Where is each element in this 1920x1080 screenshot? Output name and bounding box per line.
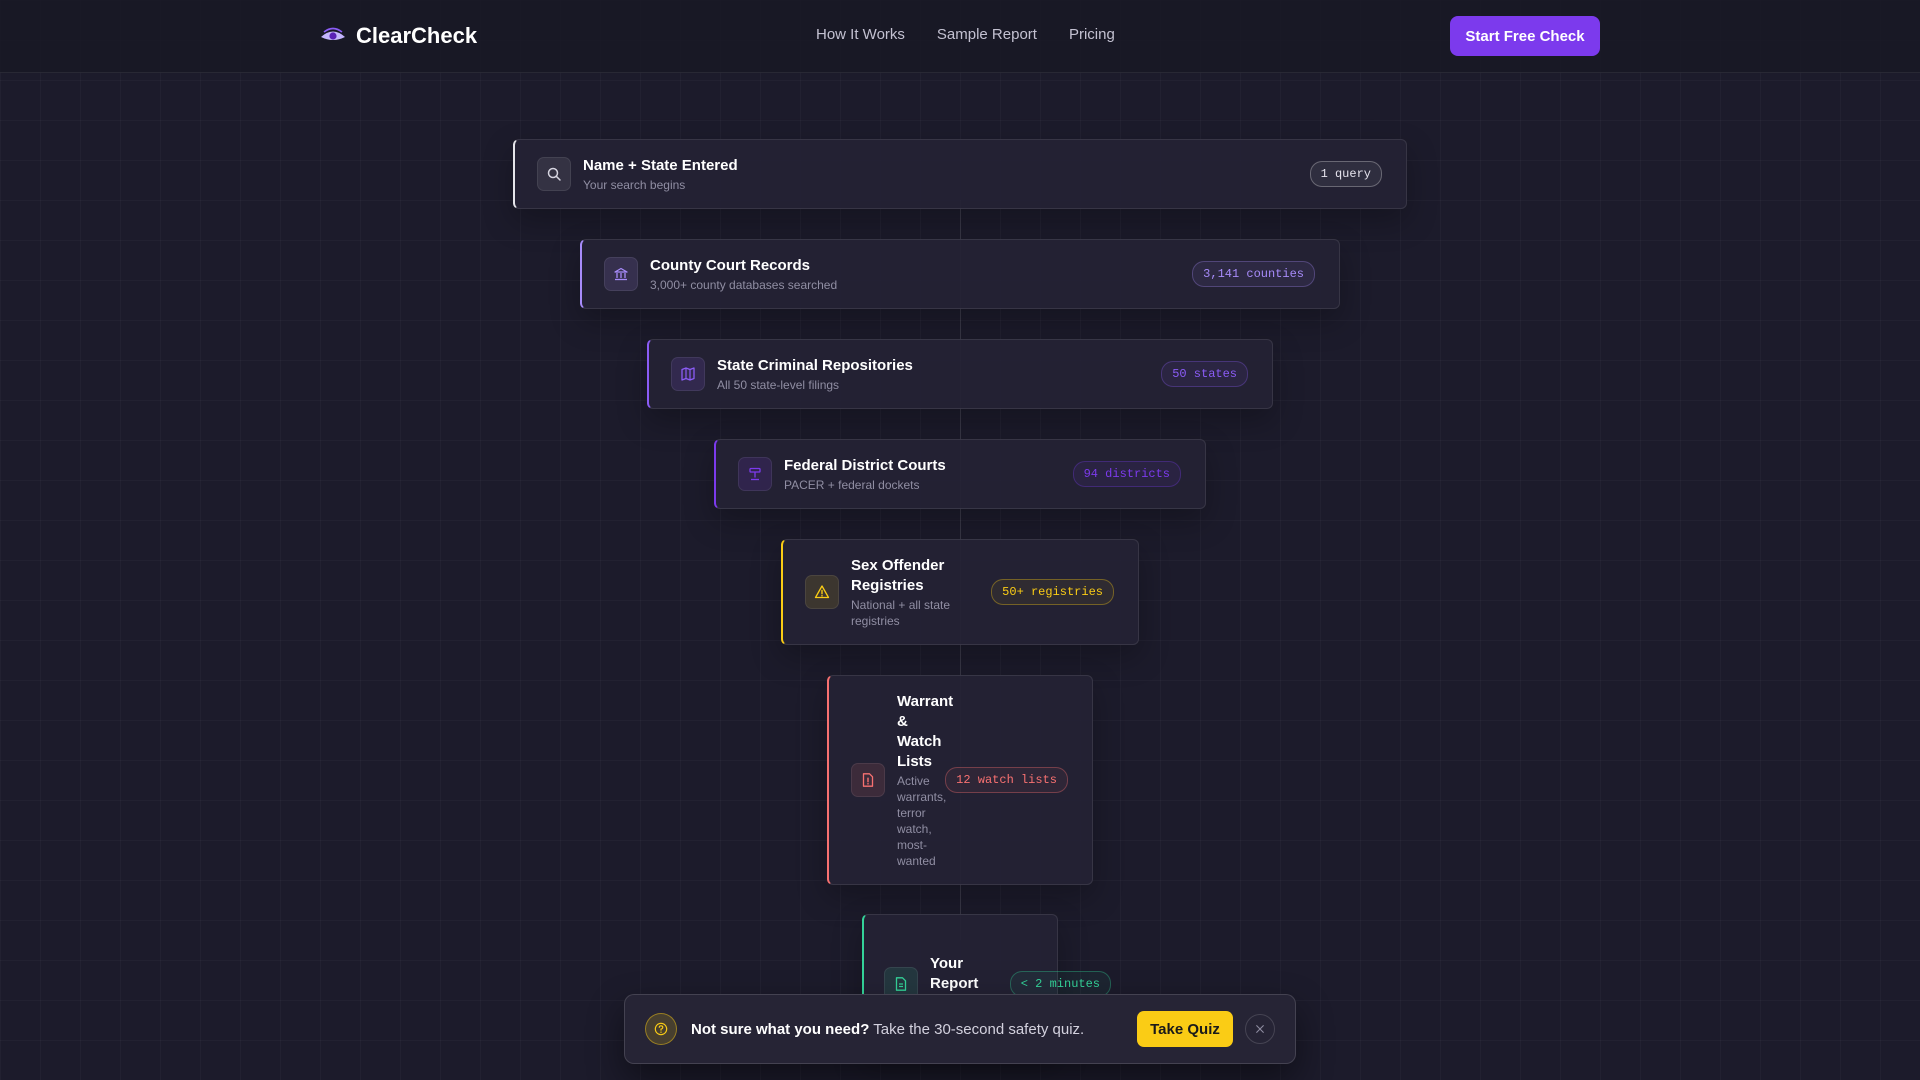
nav-how-it-works[interactable]: How It Works — [816, 26, 905, 43]
quiz-popup: Not sure what you need? Take the 30-seco… — [624, 994, 1296, 1064]
step-title: State Criminal Repositories — [717, 356, 913, 374]
step-title: Federal District Courts — [784, 456, 946, 474]
popup-question: Not sure what you need? — [691, 1020, 870, 1038]
step-subtitle: Your search begins — [583, 177, 686, 192]
step-badge: 50+ registries — [991, 579, 1114, 605]
step-subtitle: All 50 state-level filings — [717, 377, 840, 392]
nav-sample-report[interactable]: Sample Report — [937, 26, 1037, 43]
step-badge: 12 watch lists — [945, 767, 1068, 793]
step-title: Name + State Entered — [583, 156, 738, 174]
funnel-step-warrant-watch-lists: Warrant & Watch Lists Active warrants, t… — [827, 675, 1093, 885]
step-subtitle: PACER + federal dockets — [784, 477, 920, 492]
step-badge: 50 states — [1161, 361, 1248, 387]
step-text: County Court Records 3,000+ county datab… — [650, 256, 1182, 293]
step-subtitle: Active warrants, terror watch, most-want… — [897, 773, 947, 868]
step-subtitle: National + all state registries — [851, 597, 951, 628]
main-nav: How It Works Sample Report Pricing — [816, 26, 1147, 43]
map-icon — [671, 357, 705, 391]
eye-logo-icon — [321, 27, 345, 40]
gavel-icon — [738, 457, 772, 491]
brand[interactable]: ClearCheck — [320, 18, 477, 54]
warning-icon — [805, 575, 839, 609]
popup-text: Take the 30-second safety quiz. — [869, 1020, 1085, 1038]
funnel-step-sex-offender-registries: Sex Offender Registries National + all s… — [781, 539, 1139, 645]
step-title: Sex Offender Registries — [851, 556, 945, 594]
top-navbar: ClearCheck How It Works Sample Report Pr… — [0, 0, 1920, 73]
alert-file-icon — [851, 763, 885, 797]
step-badge: 3,141 counties — [1192, 261, 1315, 287]
funnel-step-federal-courts: Federal District Courts PACER + federal … — [714, 439, 1206, 509]
search-icon — [537, 157, 571, 191]
step-badge: 1 query — [1309, 161, 1382, 187]
brand-name: ClearCheck — [356, 23, 478, 48]
question-icon — [645, 1013, 677, 1045]
funnel-step-search: Name + State Entered Your search begins … — [513, 139, 1407, 209]
funnel-step-state-repositories: State Criminal Repositories All 50 state… — [647, 339, 1273, 409]
step-text: Federal District Courts PACER + federal … — [784, 456, 1063, 493]
step-text: Warrant & Watch Lists Active warrants, t… — [897, 692, 954, 869]
popup-message: Not sure what you need? Take the 30-seco… — [691, 1021, 1137, 1038]
step-subtitle: 3,000+ county databases searched — [650, 277, 838, 292]
step-badge: 94 districts — [1072, 461, 1181, 487]
take-quiz-button[interactable]: Take Quiz — [1137, 1011, 1233, 1047]
start-free-check-button[interactable]: Start Free Check — [1450, 16, 1600, 56]
building-icon — [604, 257, 638, 291]
step-title: Warrant & Watch Lists — [897, 692, 954, 770]
step-text: Sex Offender Registries National + all s… — [851, 556, 981, 629]
step-text: Name + State Entered Your search begins — [583, 156, 1300, 193]
close-popup-button[interactable] — [1245, 1014, 1275, 1044]
nav-pricing[interactable]: Pricing — [1069, 26, 1115, 43]
funnel-step-county-courts: County Court Records 3,000+ county datab… — [580, 239, 1340, 309]
close-icon — [1256, 1025, 1264, 1033]
step-text: State Criminal Repositories All 50 state… — [717, 356, 1151, 393]
step-title: County Court Records — [650, 256, 811, 274]
